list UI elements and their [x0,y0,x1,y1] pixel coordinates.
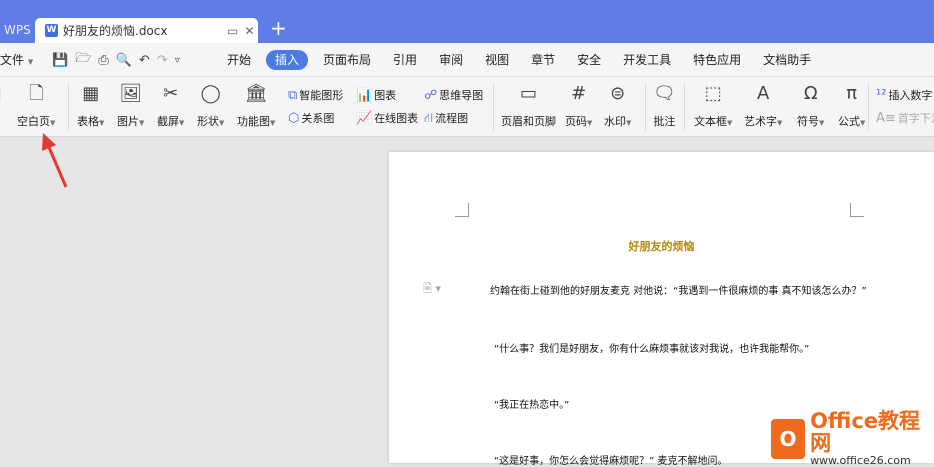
smart-graphic-icon: ⧉ [288,88,298,103]
mind-map-button[interactable]: ☍ 思维导图 [424,87,483,103]
word-doc-icon: W [45,24,58,37]
pi-formula-icon: π [846,83,858,104]
art-text-icon: A [757,83,770,104]
insert-number-icon: ¹² [876,88,887,103]
insert-ribbon: ▯ 🗋空白页▼ ▦表格▼ 🖼图片▼ ✂截屏▼ ◯形状▼ 🏛功能图▼ ⧉智能图形 … [0,77,934,137]
online-chart-button[interactable]: 📈 在线图表 [356,110,418,126]
blank-page-icon: 🗋 [28,83,44,104]
undo-icon[interactable]: ↶ [139,53,150,68]
screenshot-icon: ✂ [163,83,179,104]
paragraph-3: “我正在热恋中。” [494,400,570,411]
watermark-title: Office教程网 [810,409,921,455]
site-watermark: O Office教程网 www.office26.com [771,410,934,467]
chart-icon: 📊 [356,88,373,103]
menu-tab[interactable]: 文档助手 [752,50,822,70]
screenshot-button[interactable]: ✂ 截屏▼ [157,81,184,129]
flow-chart-button[interactable]: ⛙ 流程图 [424,110,468,128]
crop-mark-top-left [455,203,469,217]
page-number-button[interactable]: # 页码▼ [565,81,592,129]
crop-mark-top-right [850,203,864,217]
print-icon[interactable]: ⎙ [98,53,108,68]
paragraph-4: “这是好事，你怎么会觉得麻烦呢？” 麦克不解地问。 [494,456,728,467]
menu-tab[interactable]: 视图 [474,50,520,70]
insert-number-button[interactable]: ¹² 插入数字 [876,87,932,103]
table-icon: ▦ [82,83,100,104]
header-footer-button[interactable]: ▭ 页眉和页脚 [501,81,556,129]
cover-page-button[interactable]: ▯ [0,81,2,107]
menu-tab[interactable]: 章节 [520,50,566,70]
customize-toolbar-icon[interactable]: ▿ [175,55,180,66]
cover-page-icon: ▯ [0,81,2,107]
new-tab-button[interactable]: + [270,16,287,40]
paragraph-2: “什么事？我们是好朋友，你有什么麻烦事就该对我说，也许我能帮你。” [494,344,810,355]
document-tab[interactable]: W 好朋友的烦恼.docx ▭ ✕ [35,18,258,43]
menu-tab[interactable]: 开发工具 [612,50,682,70]
quick-access-toolbar: 💾 🗁 ⎙ 🔍 ↶ ↷ ▿ [52,43,180,77]
relation-chart-button[interactable]: ⬡ 关系图 [288,110,334,126]
blank-page-button[interactable]: 🗋 空白页▼ [17,81,55,129]
relation-chart-icon: ⬡ [288,111,300,126]
mind-map-icon: ☍ [424,88,438,103]
menu-tab[interactable]: 审阅 [428,50,474,70]
print-preview-icon[interactable]: 🔍 [116,53,132,68]
picture-button[interactable]: 🖼 图片▼ [117,81,144,129]
menu-tab[interactable]: 插入 [266,50,309,70]
formula-button[interactable]: π 公式▼ [838,81,865,129]
symbol-button[interactable]: Ω 符号▼ [797,81,824,129]
menu-tab[interactable]: 开始 [216,50,262,70]
watermark-button[interactable]: ⊜ 水印▼ [604,81,631,129]
art-text-button[interactable]: A 艺术字▼ [744,81,782,129]
flow-chart-icon: ⛙ [424,111,434,126]
table-button[interactable]: ▦ 表格▼ [77,81,104,129]
picture-icon: 🖼 [119,83,143,104]
close-tab-icon[interactable]: ✕ [241,24,258,38]
document-tab-title: 好朋友的烦恼.docx [63,24,168,38]
menu-tab[interactable]: 特色应用 [682,50,752,70]
function-chart-icon: 🏛 [244,83,268,104]
chart-button[interactable]: 📊 图表 [356,87,396,103]
redo-icon[interactable]: ↷ [157,53,168,68]
drop-cap-button[interactable]: A≡首字下沉 [876,110,934,126]
text-box-button[interactable]: ⬚ 文本框▼ [694,81,732,129]
drop-cap-icon: A≡ [876,111,896,126]
menu-tabs: 开始 插入 页面布局 引用 审阅 视图 章节 安全 开发工具 特色应用 文档助手 [216,43,822,77]
menu-tab[interactable]: 页面布局 [312,50,382,70]
shape-icon: ◯ [200,83,221,104]
window-icon[interactable]: ▭ [224,24,241,38]
save-icon[interactable]: 💾 [52,53,68,68]
watermark-icon: ⊜ [610,83,626,104]
function-chart-button[interactable]: 🏛 功能图▼ [237,81,275,129]
paragraph-layout-icon[interactable]: 🗎 ▾ [423,280,441,299]
smart-graphic-button[interactable]: ⧉ 智能图形 [288,87,343,103]
file-menu[interactable]: 文件 ▼ [0,43,33,79]
omega-symbol-icon: Ω [803,83,818,104]
tab-bar: WPS W 好朋友的烦恼.docx ▭ ✕ + [0,0,934,43]
document-title: 好朋友的烦恼 [628,240,695,253]
shape-button[interactable]: ◯ 形状▼ [197,81,224,129]
open-icon[interactable]: 🗁 [75,49,91,71]
office-logo-icon: O [771,418,806,459]
watermark-url: www.office26.com [810,454,911,467]
menu-bar: 文件 ▼ 💾 🗁 ⎙ 🔍 ↶ ↷ ▿ 开始 插入 页面布局 引用 审阅 视图 章节 安全 开发工… [0,43,934,77]
paragraph-1: 约翰在街上碰到他的好朋友麦克 对他说：“我遇到一件很麻烦的事 真不知该怎么办？” [490,286,867,297]
menu-tab[interactable]: 安全 [566,50,612,70]
red-arrow-annotation [42,133,68,188]
comment-icon: 🗨 [653,83,676,104]
page-number-icon: # [571,83,587,104]
online-chart-icon: 📈 [356,111,373,126]
comment-button[interactable]: 🗨 批注 [653,81,676,129]
wps-app-tab[interactable]: WPS [0,18,37,43]
text-box-icon: ⬚ [704,83,722,104]
menu-tab[interactable]: 引用 [382,50,428,70]
header-footer-icon: ▭ [519,83,537,104]
